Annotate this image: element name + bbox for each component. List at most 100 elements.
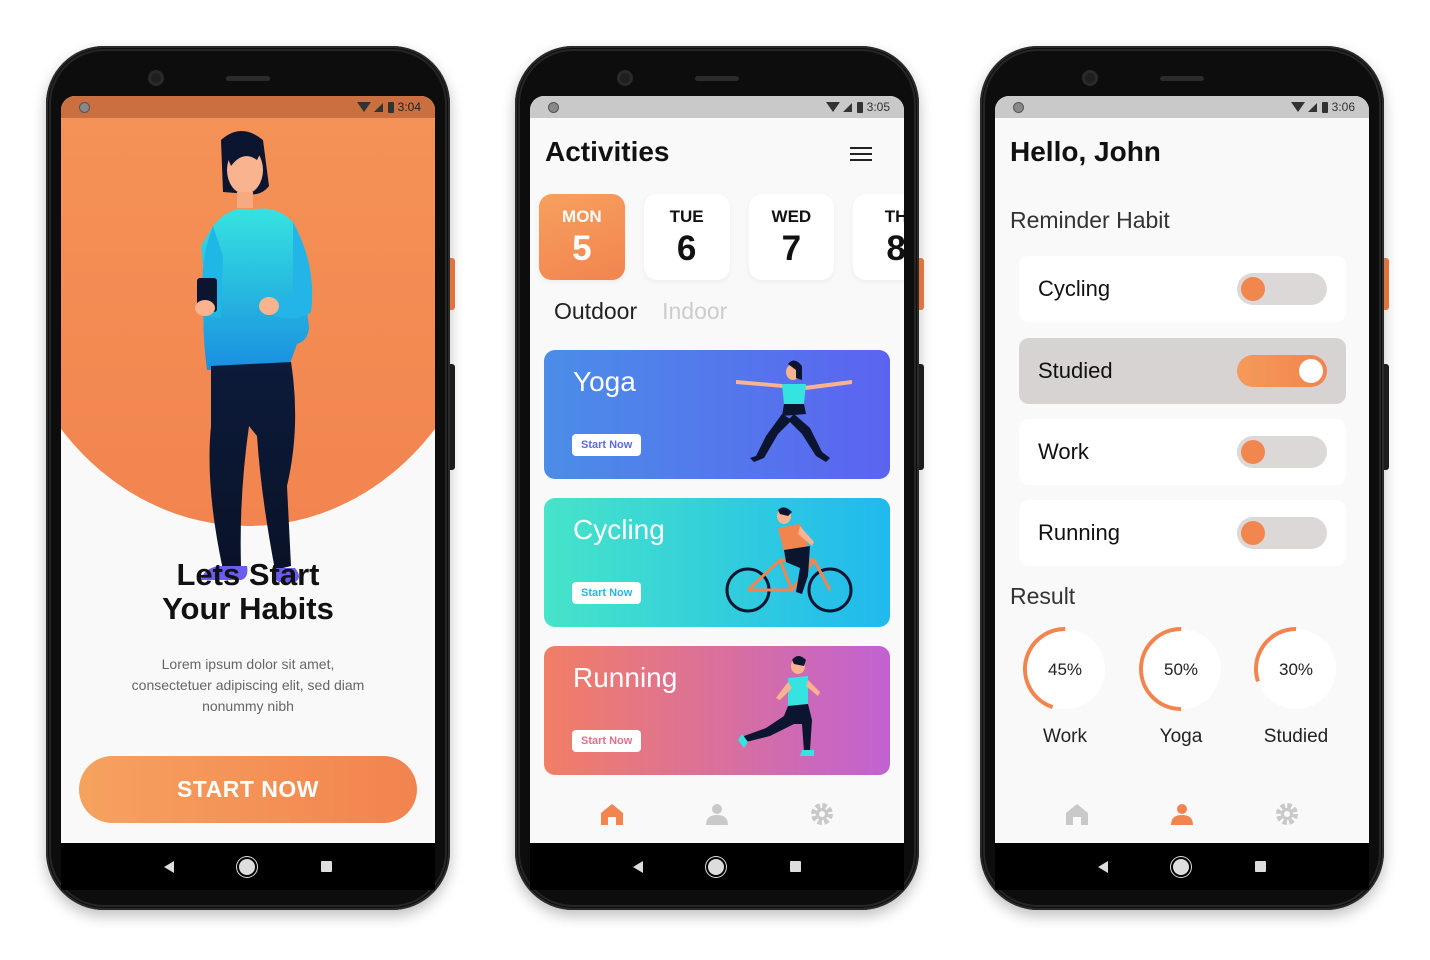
android-nav-bar xyxy=(61,843,435,890)
notification-dot-icon xyxy=(1013,102,1024,113)
habit-toggle[interactable] xyxy=(1237,355,1327,387)
habit-label: Work xyxy=(1038,439,1089,464)
result-donut-studied: 30% xyxy=(1254,627,1338,711)
result-donut-yoga: 50% xyxy=(1139,627,1223,711)
day-date: 5 xyxy=(572,228,592,268)
battery-icon xyxy=(856,101,863,113)
status-bar: 3:06 xyxy=(995,96,1369,118)
battery-icon xyxy=(387,101,394,113)
day-tue[interactable]: TUE 6 xyxy=(643,194,730,280)
activities-screen: 3:05 Activities MON 5 TUE 6 WED 7 TH 8 O… xyxy=(530,96,904,843)
android-nav-bar xyxy=(995,843,1369,890)
status-bar: 3:04 xyxy=(61,96,435,118)
toggle-knob xyxy=(1241,277,1265,301)
home-circle-icon[interactable] xyxy=(239,858,256,875)
day-name: WED xyxy=(771,206,812,226)
page-title: Activities xyxy=(545,136,670,167)
habit-row-studied: Studied xyxy=(1019,338,1346,404)
tab-outdoor[interactable]: Outdoor xyxy=(554,298,637,325)
home-circle-icon[interactable] xyxy=(1173,858,1190,875)
result-label: Studied xyxy=(1263,726,1329,747)
hamburger-menu-icon[interactable] xyxy=(850,147,872,161)
android-nav-bar xyxy=(530,843,904,890)
cycling-illustration xyxy=(725,507,853,613)
start-now-button[interactable]: START NOW xyxy=(79,756,417,823)
settings-icon[interactable] xyxy=(809,801,835,827)
day-selector: MON 5 TUE 6 WED 7 TH 8 xyxy=(539,194,904,280)
card-title: Running xyxy=(573,662,678,693)
home-icon[interactable] xyxy=(599,801,625,827)
habit-label: Running xyxy=(1038,520,1120,545)
card-title: Yoga xyxy=(573,366,636,397)
volume-button xyxy=(919,364,924,470)
greeting-title: Hello, John xyxy=(1010,136,1161,167)
notification-dot-icon xyxy=(79,102,90,113)
power-button xyxy=(919,258,924,310)
signal-icon xyxy=(842,102,852,112)
day-mon[interactable]: MON 5 xyxy=(539,194,625,280)
signal-icon xyxy=(373,102,383,112)
home-circle-icon[interactable] xyxy=(708,858,725,875)
habit-row-work: Work xyxy=(1019,419,1346,485)
day-wed[interactable]: WED 7 xyxy=(748,194,835,280)
habit-toggle[interactable] xyxy=(1237,517,1327,549)
percent-text: 50% xyxy=(1164,660,1198,679)
earpiece-speaker xyxy=(1160,76,1204,81)
habit-label: Studied xyxy=(1038,358,1113,383)
back-icon[interactable] xyxy=(632,860,643,873)
power-button xyxy=(450,258,455,310)
power-button xyxy=(1384,258,1389,310)
card-title: Cycling xyxy=(573,514,665,545)
woman-with-phone-illustration xyxy=(195,131,313,582)
phone-profile: 3:06 Hello, John Reminder Habit Cycling … xyxy=(980,46,1389,910)
title-line-2: Your Habits xyxy=(162,591,334,626)
earpiece-speaker xyxy=(695,76,739,81)
toggle-knob xyxy=(1299,359,1323,383)
phone-activities: 3:05 Activities MON 5 TUE 6 WED 7 TH 8 O… xyxy=(515,46,924,910)
front-camera xyxy=(1082,70,1098,86)
start-now-button[interactable]: Start Now xyxy=(572,730,642,752)
bottom-tab-bar xyxy=(995,784,1369,843)
phone-onboarding: 3:04 Lets Start Your Habits Lorem ipsum … xyxy=(46,46,455,910)
percent-text: 30% xyxy=(1279,660,1313,679)
day-date: 8 xyxy=(886,228,904,268)
profile-icon[interactable] xyxy=(1169,801,1195,827)
activity-card-yoga[interactable]: Yoga Start Now xyxy=(544,350,890,479)
start-now-button[interactable]: Start Now xyxy=(572,434,642,456)
result-label: Yoga xyxy=(1159,726,1203,747)
status-time: 3:04 xyxy=(397,100,421,114)
volume-button xyxy=(450,364,455,470)
activity-card-cycling[interactable]: Cycling Start Now xyxy=(544,498,890,627)
front-camera xyxy=(617,70,633,86)
running-illustration xyxy=(738,656,820,756)
wifi-icon xyxy=(356,102,371,112)
status-bar: 3:05 xyxy=(530,96,904,118)
result-donut-work: 45% xyxy=(1023,627,1107,711)
habit-toggle[interactable] xyxy=(1237,436,1327,468)
habit-toggle[interactable] xyxy=(1237,273,1327,305)
day-date: 7 xyxy=(781,228,802,268)
day-name: TUE xyxy=(669,206,704,226)
day-date: 6 xyxy=(676,228,697,268)
onboarding-description: Lorem ipsum dolor sit amet, consectetuer… xyxy=(131,656,365,714)
activity-card-running[interactable]: Running Start Now xyxy=(544,646,890,775)
habit-row-running: Running xyxy=(1019,500,1346,566)
back-icon[interactable] xyxy=(1097,860,1108,873)
title-line-1: Lets Start xyxy=(176,557,320,592)
percent-text: 45% xyxy=(1048,660,1082,679)
result-heading: Result xyxy=(1010,583,1076,609)
recents-icon[interactable] xyxy=(1255,861,1267,872)
recents-icon[interactable] xyxy=(321,861,333,872)
result-label: Work xyxy=(1043,726,1087,747)
start-now-button[interactable]: Start Now xyxy=(572,582,642,604)
tab-indoor[interactable]: Indoor xyxy=(662,298,727,325)
wifi-icon xyxy=(825,102,840,112)
settings-icon[interactable] xyxy=(1274,801,1300,827)
recents-icon[interactable] xyxy=(790,861,802,872)
habit-row-cycling: Cycling xyxy=(1019,256,1346,322)
day-thu[interactable]: TH 8 xyxy=(853,194,904,280)
home-icon[interactable] xyxy=(1064,801,1090,827)
habit-label: Cycling xyxy=(1038,276,1111,301)
back-icon[interactable] xyxy=(163,860,174,873)
profile-icon[interactable] xyxy=(704,801,730,827)
